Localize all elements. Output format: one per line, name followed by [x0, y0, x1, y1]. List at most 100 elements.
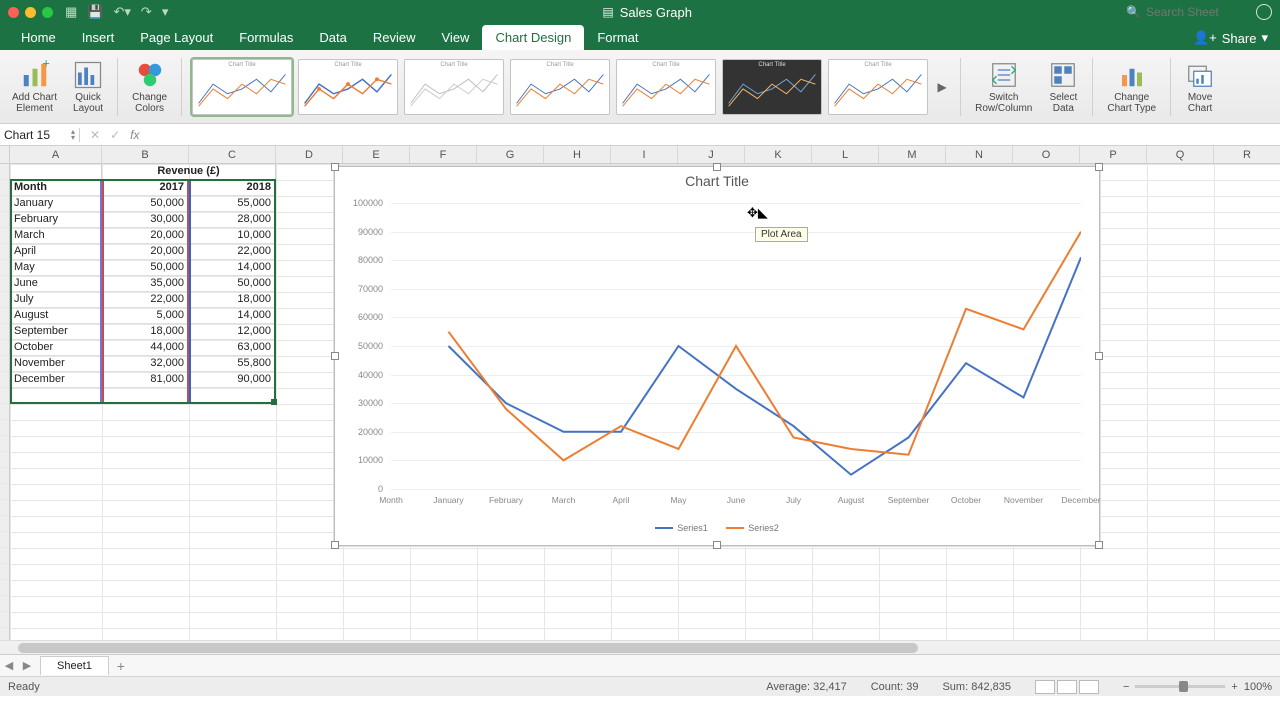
- minimize-window-icon[interactable]: [25, 7, 36, 18]
- resize-handle[interactable]: [1095, 352, 1103, 360]
- cell[interactable]: October: [10, 340, 102, 356]
- chart-style-thumb[interactable]: Chart Title: [298, 59, 398, 115]
- cell[interactable]: March: [10, 228, 102, 244]
- column-header[interactable]: O: [1013, 146, 1080, 163]
- column-header[interactable]: D: [276, 146, 343, 163]
- tab-insert[interactable]: Insert: [69, 25, 128, 50]
- chart-style-thumb[interactable]: Chart Title: [510, 59, 610, 115]
- zoom-in-icon[interactable]: +: [1231, 681, 1237, 693]
- row-header[interactable]: [0, 564, 9, 580]
- cell[interactable]: April: [10, 244, 102, 260]
- cell[interactable]: 18,000: [189, 292, 276, 308]
- column-header[interactable]: I: [611, 146, 678, 163]
- tab-page-layout[interactable]: Page Layout: [127, 25, 226, 50]
- zoom-out-icon[interactable]: −: [1123, 681, 1129, 693]
- column-header[interactable]: H: [544, 146, 611, 163]
- row-header[interactable]: [0, 292, 9, 308]
- column-header[interactable]: J: [678, 146, 745, 163]
- resize-handle[interactable]: [331, 352, 339, 360]
- cell[interactable]: 5,000: [102, 308, 189, 324]
- row-header[interactable]: [0, 388, 9, 404]
- zoom-slider[interactable]: [1135, 685, 1225, 688]
- fullscreen-window-icon[interactable]: [42, 7, 53, 18]
- sheet-prev-icon[interactable]: ◀: [0, 659, 18, 672]
- name-box[interactable]: Chart 15 ▴▾: [0, 128, 80, 142]
- sheet-tab[interactable]: Sheet1: [40, 656, 109, 675]
- cell[interactable]: 20,000: [102, 244, 189, 260]
- cell[interactable]: 35,000: [102, 276, 189, 292]
- row-header[interactable]: [0, 548, 9, 564]
- chart-style-thumb[interactable]: Chart Title: [828, 59, 928, 115]
- row-header[interactable]: [0, 308, 9, 324]
- select-data-button[interactable]: Select Data: [1042, 58, 1084, 116]
- tab-chart-design[interactable]: Chart Design: [482, 25, 584, 50]
- cell[interactable]: 22,000: [189, 244, 276, 260]
- view-mode-buttons[interactable]: [1035, 680, 1099, 694]
- worksheet-grid[interactable]: ABCDEFGHIJKLMNOPQR Revenue (£)Month20172…: [0, 146, 1280, 654]
- scrollbar-thumb[interactable]: [18, 643, 918, 653]
- cell[interactable]: 50,000: [102, 196, 189, 212]
- chart-style-thumb[interactable]: Chart Title: [616, 59, 716, 115]
- confirm-formula-icon[interactable]: ✓: [110, 128, 120, 142]
- cell[interactable]: 2017: [102, 180, 189, 196]
- page-break-view-icon[interactable]: [1079, 680, 1099, 694]
- cell[interactable]: 22,000: [102, 292, 189, 308]
- cell[interactable]: November: [10, 356, 102, 372]
- cell[interactable]: [10, 164, 102, 180]
- chart-legend[interactable]: Series1 Series2: [335, 521, 1099, 533]
- cell[interactable]: 63,000: [189, 340, 276, 356]
- column-header[interactable]: P: [1080, 146, 1147, 163]
- tab-home[interactable]: Home: [8, 25, 69, 50]
- row-header[interactable]: [0, 468, 9, 484]
- name-box-stepper-icon[interactable]: ▴▾: [71, 129, 75, 141]
- resize-handle[interactable]: [1095, 163, 1103, 171]
- row-header[interactable]: [0, 580, 9, 596]
- tab-format[interactable]: Format: [584, 25, 651, 50]
- zoom-control[interactable]: − + 100%: [1123, 681, 1272, 693]
- row-header[interactable]: [0, 500, 9, 516]
- row-header[interactable]: [0, 228, 9, 244]
- column-header[interactable]: F: [410, 146, 477, 163]
- resize-handle[interactable]: [1095, 541, 1103, 549]
- resize-handle[interactable]: [713, 163, 721, 171]
- redo-icon[interactable]: ↷: [141, 4, 152, 20]
- switch-row-column-button[interactable]: Switch Row/Column: [969, 58, 1038, 116]
- quick-access-more-icon[interactable]: ▾: [162, 4, 169, 20]
- search-sheet[interactable]: 🔍: [1126, 5, 1246, 19]
- fx-label[interactable]: fx: [130, 128, 139, 142]
- cell[interactable]: 81,000: [102, 372, 189, 388]
- cell[interactable]: 50,000: [189, 276, 276, 292]
- row-header[interactable]: [0, 404, 9, 420]
- cell[interactable]: 12,000: [189, 324, 276, 340]
- cell[interactable]: 55,000: [189, 196, 276, 212]
- cell[interactable]: 10,000: [189, 228, 276, 244]
- chart-style-thumb[interactable]: Chart Title: [722, 59, 822, 115]
- plot-area[interactable]: [391, 203, 1081, 489]
- sheet-next-icon[interactable]: ▶: [18, 659, 36, 672]
- column-header[interactable]: R: [1214, 146, 1280, 163]
- change-chart-type-button[interactable]: Change Chart Type: [1101, 58, 1162, 116]
- chart-style-thumb[interactable]: Chart Title: [192, 59, 292, 115]
- tab-view[interactable]: View: [429, 25, 483, 50]
- cell[interactable]: 30,000: [102, 212, 189, 228]
- add-sheet-button[interactable]: +: [109, 658, 133, 674]
- select-all-corner[interactable]: [0, 146, 10, 163]
- column-header[interactable]: N: [946, 146, 1013, 163]
- undo-icon[interactable]: ↶▾: [113, 4, 130, 20]
- cell[interactable]: 90,000: [189, 372, 276, 388]
- column-header[interactable]: K: [745, 146, 812, 163]
- cell[interactable]: December: [10, 372, 102, 388]
- cell[interactable]: 20,000: [102, 228, 189, 244]
- row-header[interactable]: [0, 596, 9, 612]
- cell[interactable]: June: [10, 276, 102, 292]
- row-header[interactable]: [0, 516, 9, 532]
- cell[interactable]: 28,000: [189, 212, 276, 228]
- cancel-formula-icon[interactable]: ✕: [90, 128, 100, 142]
- move-chart-button[interactable]: Move Chart: [1179, 58, 1221, 116]
- row-header[interactable]: [0, 340, 9, 356]
- layout-icon[interactable]: ▦: [65, 4, 77, 20]
- row-header[interactable]: [0, 372, 9, 388]
- resize-handle[interactable]: [713, 541, 721, 549]
- account-avatar-icon[interactable]: [1256, 4, 1272, 20]
- row-header[interactable]: [0, 276, 9, 292]
